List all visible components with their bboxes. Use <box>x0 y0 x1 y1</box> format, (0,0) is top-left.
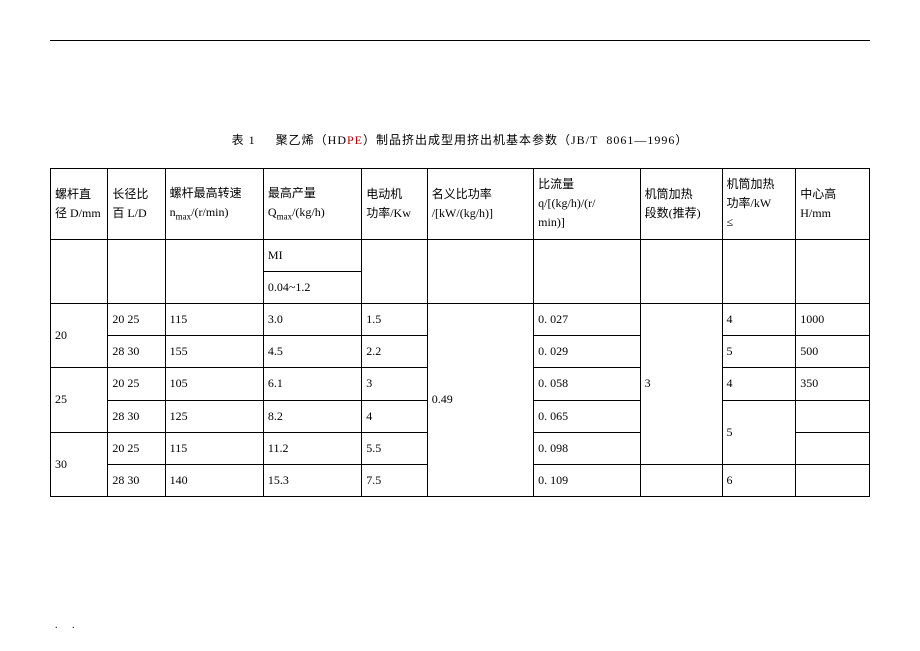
table-row: 20 20 25 115 3.0 1.5 0.49 0. 027 3 4 100… <box>51 303 870 335</box>
cell-diameter: 30 <box>51 432 108 496</box>
cell-diameter: 25 <box>51 368 108 432</box>
col-specific-flow: 比流量q/[(kg/h)/(r/min)] <box>534 169 640 240</box>
parameters-table: 螺杆直径 D/mm 长径比百 L/D 螺杆最高转速nmax/(r/min) 最高… <box>50 168 870 497</box>
col-screw-diameter: 螺杆直径 D/mm <box>51 169 108 240</box>
cell-mi: MI <box>263 239 361 271</box>
col-nominal-power: 名义比功率/[kW/(kg/h)] <box>427 169 533 240</box>
col-length-ratio: 长径比百 L/D <box>108 169 165 240</box>
cell-segments: 3 <box>640 303 722 464</box>
table-header-row: 螺杆直径 D/mm 长径比百 L/D 螺杆最高转速nmax/(r/min) 最高… <box>51 169 870 240</box>
col-heating-power: 机筒加热功率/kW≤ <box>722 169 796 240</box>
col-max-output: 最高产量Qmax/(kg/h) <box>263 169 361 240</box>
table-caption: 表 1 聚乙烯（HDPE）制品挤出成型用挤出机基本参数（JB/T 8061—19… <box>50 131 870 148</box>
caption-prefix: 表 1 <box>232 133 256 147</box>
caption-pe: PE <box>347 133 363 147</box>
cell-mi-range: 0.04~1.2 <box>263 271 361 303</box>
col-heating-segments: 机筒加热段数(推荐) <box>640 169 722 240</box>
col-max-speed: 螺杆最高转速nmax/(r/min) <box>165 169 263 240</box>
cell-nominal-power: 0.49 <box>427 303 533 496</box>
col-center-height: 中心高H/mm <box>796 169 870 240</box>
cell-diameter: 20 <box>51 303 108 367</box>
footer-marker: . . <box>55 620 81 631</box>
horizontal-rule <box>50 40 870 41</box>
cell-heatkw-5: 5 <box>722 400 796 464</box>
col-motor-power: 电动机功率/Kw <box>362 169 428 240</box>
table-subheader-row-1: MI <box>51 239 870 271</box>
